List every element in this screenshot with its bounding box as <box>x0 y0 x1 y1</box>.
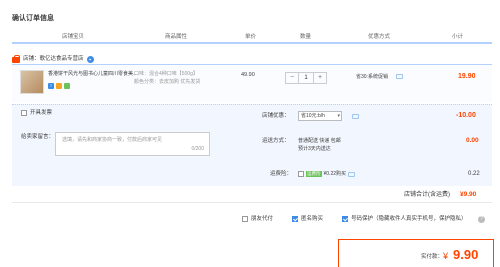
pay-amount: 9.90 <box>453 247 479 262</box>
payment-summary: 实付款： ¥ 9.90 <box>338 239 494 267</box>
invoice-option[interactable]: 开具发票 <box>21 110 52 117</box>
wangwang-chat-icon[interactable]: ✦ <box>86 56 94 63</box>
insurance-option[interactable]: 运费险 ¥0.22购买 <box>298 171 356 177</box>
anonymous-option[interactable]: 匿名购买 <box>292 216 323 223</box>
insurance-checkbox[interactable] <box>298 171 304 177</box>
column-header-quantity: 数量 <box>300 34 312 40</box>
invoice-checkbox[interactable] <box>21 110 27 117</box>
help-icon[interactable]: ? <box>478 216 485 223</box>
quantity-input[interactable]: 1 <box>298 73 314 83</box>
shop-row: 店铺：歌亿达食品专营店 ✦ <box>12 54 94 63</box>
invoice-label: 开具发票 <box>30 110 53 116</box>
anonymous-label: 匿名购买 <box>301 216 324 222</box>
privacy-checkbox[interactable] <box>342 216 348 223</box>
quantity-decrease-button[interactable]: − <box>286 73 298 83</box>
quantity-increase-button[interactable]: + <box>314 73 326 83</box>
message-label: 给卖家留言： <box>21 134 55 140</box>
column-header-subtotal: 小计 <box>452 34 464 40</box>
column-header-promo: 优惠方式 <box>368 34 391 40</box>
column-header-shop-item: 店铺宝贝 <box>62 34 85 40</box>
shipping-eta: 预计3天内送达 <box>298 146 331 152</box>
item-subtotal: 19.90 <box>458 73 476 80</box>
shop-discount-label: 店铺优惠： <box>262 113 290 119</box>
column-header-attributes: 商品属性 <box>165 34 188 40</box>
badge-promise-icon <box>56 83 62 89</box>
unit-price: 49.90 <box>241 72 255 78</box>
message-char-count: 0/200 <box>191 146 204 152</box>
column-header-price: 单价 <box>245 34 257 40</box>
insurance-label: 运费险： <box>270 171 293 177</box>
shop-discount-amount: -10.00 <box>456 112 476 119</box>
pay-label: 实付款： <box>421 254 444 260</box>
product-attr-taste: 口味：混合4种口味【500g】 <box>134 71 198 77</box>
page-title: 确认订单信息 <box>12 15 54 22</box>
peer-pay-label: 朋友代付 <box>251 216 274 222</box>
insurance-amount: 0.22 <box>468 171 480 177</box>
product-attr-color: 颜色分类：去皮加购 优先发货 <box>134 79 201 85</box>
shipping-label: 运送方式： <box>262 138 290 144</box>
insurance-tag: 运费险 <box>306 171 322 177</box>
anonymous-checkbox[interactable] <box>292 216 298 223</box>
insurance-info-icon[interactable] <box>348 171 356 177</box>
shop-discount-select[interactable]: 省10元:b/h <box>298 111 342 121</box>
privacy-label: 号码保护（隐藏收件人真实手机号，保护隐私） <box>351 216 467 222</box>
promo-info-icon[interactable] <box>396 74 403 79</box>
promo-text: 省30:系统促销 <box>356 74 388 80</box>
shop-total-label: 店铺合计(含运费) <box>404 192 450 198</box>
shop-icon <box>12 54 20 63</box>
shipping-method: 普通配送 快递 包邮 <box>298 138 341 144</box>
badge-guarantee-icon <box>64 83 70 89</box>
pay-currency: ¥ <box>443 251 449 261</box>
product-thumbnail[interactable] <box>20 70 44 94</box>
seller-message-field[interactable]: 选填，请先和商家协商一致，付款后商家可见 0/200 <box>55 132 210 156</box>
peer-pay-checkbox[interactable] <box>242 216 248 223</box>
insurance-price: ¥0.22购买 <box>323 171 347 177</box>
shop-name-link[interactable]: 店铺：歌亿达食品专营店 <box>23 56 84 63</box>
privacy-option[interactable]: 号码保护（隐藏收件人真实手机号，保护隐私） <box>342 216 467 223</box>
order-item-row <box>12 64 492 102</box>
shipping-amount: 0.00 <box>466 137 479 144</box>
message-placeholder: 选填，请先和商家协商一致，付款后商家可见 <box>62 137 163 143</box>
badge-7day-icon: 7 <box>48 83 54 89</box>
peer-pay-option[interactable]: 朋友代付 <box>242 216 273 223</box>
product-title-link[interactable]: 香港饼干风光与图书心儿童四川零食美… <box>48 71 138 77</box>
total-divider <box>12 202 492 203</box>
quantity-stepper: − 1 + <box>285 72 327 84</box>
shop-total-value: ¥9.90 <box>460 191 477 198</box>
header-divider <box>12 42 492 44</box>
discount-info-icon[interactable] <box>352 114 359 119</box>
